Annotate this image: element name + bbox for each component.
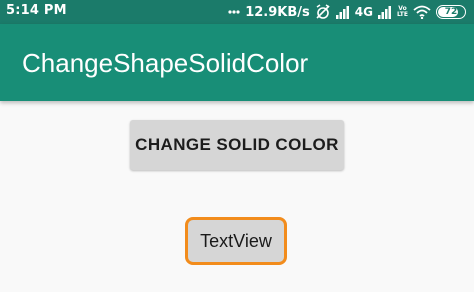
wifi-icon <box>413 5 431 19</box>
signal-icon <box>335 5 350 19</box>
status-bar: 5:14 PM 12.9KB/s 4G Vo LTE 72 <box>0 0 474 24</box>
net-speed: 12.9KB/s <box>245 4 310 20</box>
network-type: 4G <box>354 5 373 19</box>
alarm-off-icon <box>315 4 331 20</box>
volte-bottom: LTE <box>396 11 408 18</box>
battery-icon: 72 <box>436 5 466 19</box>
status-time: 5:14 PM <box>6 3 67 18</box>
app-bar: ChangeShapeSolidColor <box>0 24 474 101</box>
change-solid-color-button[interactable]: CHANGE SOLID COLOR <box>130 120 344 170</box>
status-icons: 12.9KB/s 4G Vo LTE 72 <box>228 2 466 22</box>
app-title: ChangeShapeSolidColor <box>22 48 309 78</box>
dots-icon <box>228 10 240 14</box>
battery-level: 72 <box>444 7 458 17</box>
textview: TextView <box>185 217 287 265</box>
volte-label: Vo LTE <box>397 6 408 18</box>
signal-icon <box>377 5 392 19</box>
